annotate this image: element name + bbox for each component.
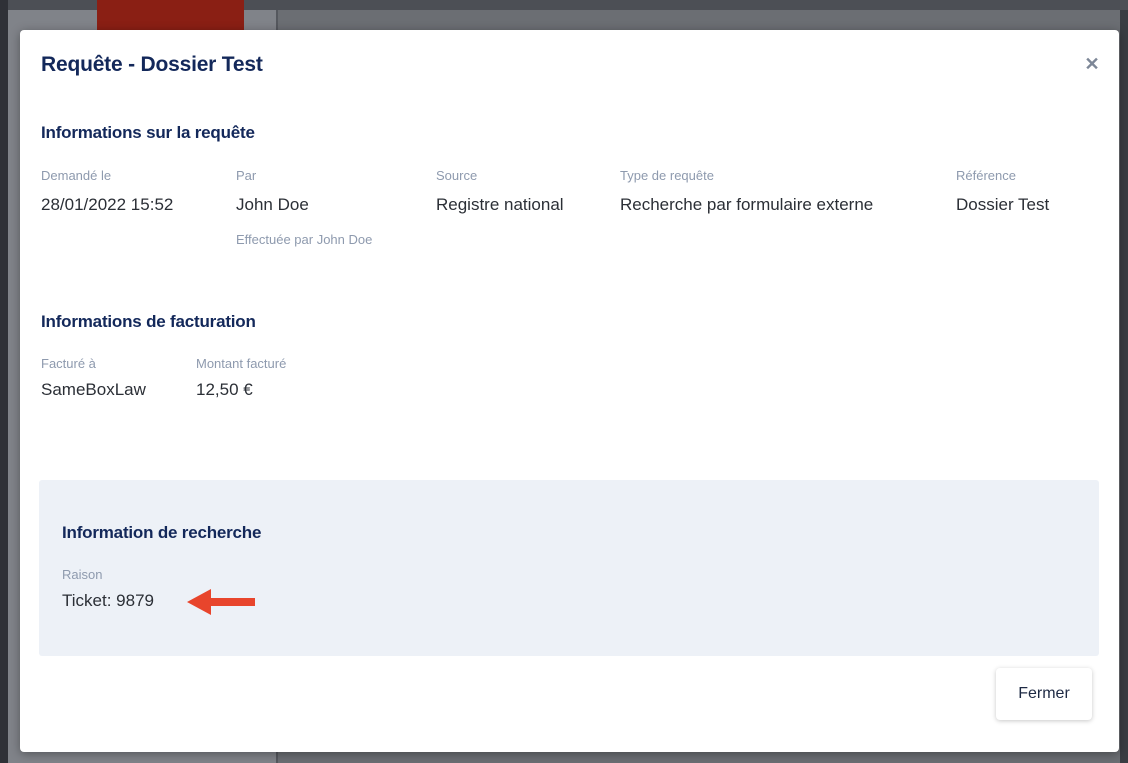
- request-type-value: Recherche par formulaire externe: [620, 195, 874, 214]
- close-button[interactable]: Fermer: [996, 668, 1092, 720]
- requested-on-value: 28/01/2022 15:52: [41, 195, 174, 214]
- reference-label: Référence: [956, 168, 1016, 183]
- performed-by-value: Effectuée par John Doe: [236, 232, 373, 247]
- source-label: Source: [436, 168, 478, 183]
- search-info-title: Information de recherche: [62, 523, 262, 542]
- close-icon[interactable]: ✕: [1079, 54, 1105, 74]
- billing-info-title: Informations de facturation: [41, 312, 256, 331]
- billed-amount-value: 12,50 €: [196, 380, 253, 399]
- reference-value: Dossier Test: [956, 195, 1050, 214]
- request-details-modal: Requête - Dossier Test ✕ Informations su…: [20, 30, 1119, 752]
- backdrop-left-edge: [0, 0, 8, 763]
- requested-by-value: John Doe: [236, 195, 309, 214]
- billed-to-value: SameBoxLaw: [41, 380, 146, 399]
- search-info-panel: [39, 480, 1099, 656]
- reason-label: Raison: [62, 567, 103, 582]
- modal-title: Requête - Dossier Test: [41, 53, 263, 76]
- request-type-label: Type de requête: [620, 168, 714, 183]
- backdrop-right-edge: [1120, 10, 1128, 763]
- requested-by-label: Par: [236, 168, 257, 183]
- source-value: Registre national: [436, 195, 564, 214]
- backdrop-red-button: [97, 0, 244, 30]
- requested-on-label: Demandé le: [41, 168, 112, 183]
- billed-amount-label: Montant facturé: [196, 356, 287, 371]
- billed-to-label: Facturé à: [41, 356, 96, 371]
- arrow-left-icon: [187, 589, 255, 615]
- reason-value: Ticket: 9879: [62, 591, 154, 610]
- request-info-title: Informations sur la requête: [41, 123, 255, 142]
